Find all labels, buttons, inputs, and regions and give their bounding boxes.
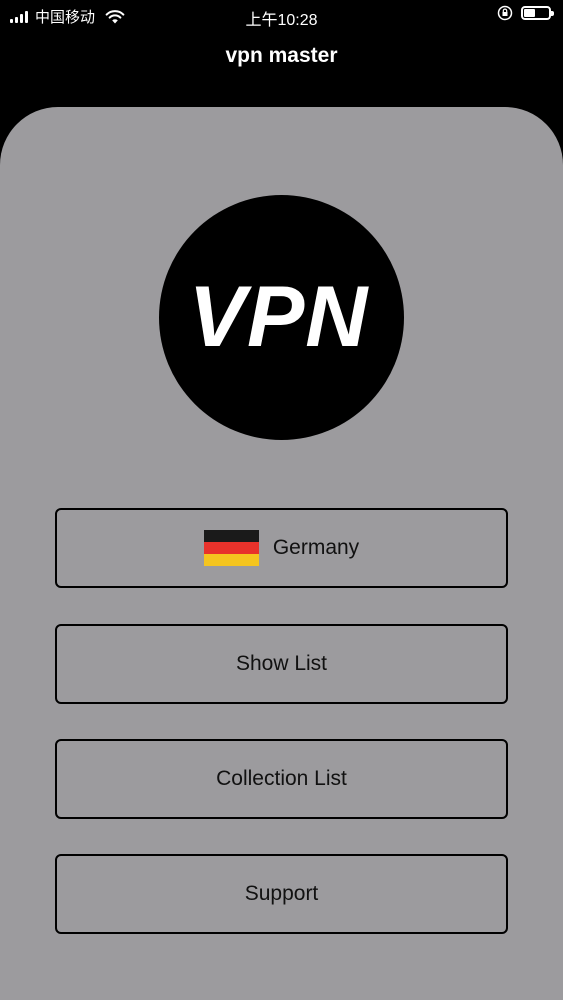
vpn-logo: VPN [159,195,404,440]
show-list-button[interactable]: Show List [55,624,508,704]
country-select-button[interactable]: Germany [55,508,508,588]
show-list-label: Show List [235,652,328,675]
support-label: Support [244,882,319,905]
battery-fill [524,9,535,17]
flag-stripe-black [203,530,259,542]
collection-list-label: Collection List [216,767,347,790]
flag-stripe-gold [203,554,259,566]
germany-flag-icon [203,530,259,566]
collection-list-button[interactable]: Collection List [55,739,508,819]
rotation-lock-icon [497,5,513,21]
country-label: Germany [272,536,360,559]
app-title: vpn master [225,44,338,67]
flag-stripe-red [203,542,259,554]
status-time: 上午10:28 [245,12,318,29]
status-bar: 中国移动 上午10:28 [0,0,563,30]
battery-icon [521,6,554,20]
vpn-logo-text: VPN [188,269,369,365]
main-card: VPN Germany Show List Collection List Su… [0,107,563,1000]
support-button[interactable]: Support [55,854,508,934]
status-right [497,5,554,21]
